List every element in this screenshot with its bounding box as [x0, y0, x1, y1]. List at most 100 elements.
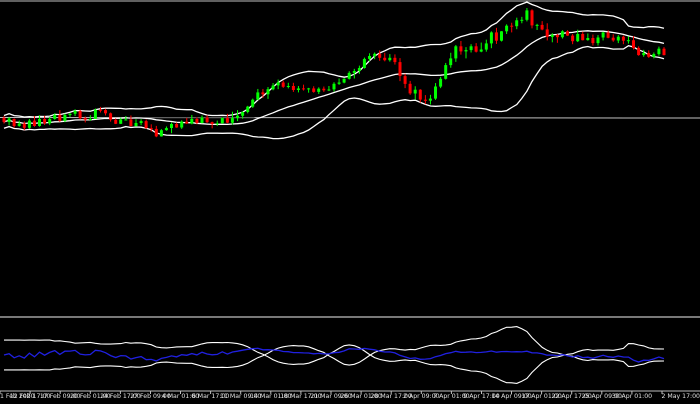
candle [302, 85, 305, 91]
candle-body [343, 79, 346, 83]
candle-body [175, 124, 178, 128]
candle-body [378, 54, 381, 58]
candle [69, 113, 72, 117]
candle [99, 107, 102, 113]
candle-body [657, 49, 660, 54]
candle [145, 119, 148, 128]
candle [602, 32, 605, 41]
candle [439, 77, 442, 88]
candle [500, 31, 503, 41]
candle [449, 53, 452, 68]
candle-body [627, 40, 630, 41]
candle [414, 86, 417, 99]
x-tick-label: 2 May 17:00 [662, 393, 700, 400]
candle [338, 78, 341, 84]
candle [556, 34, 559, 43]
candle [327, 86, 330, 91]
candle-body [241, 112, 244, 116]
candle-body [348, 73, 351, 79]
candle [292, 83, 295, 92]
candle-body [459, 46, 462, 51]
candle-body [383, 58, 386, 60]
candle [312, 86, 315, 92]
candle [485, 40, 488, 52]
candle-body [150, 128, 153, 129]
candle-body [53, 115, 56, 119]
candle-body [135, 123, 138, 126]
candle-body [48, 119, 51, 123]
candle-body [419, 90, 422, 100]
candle [190, 115, 193, 124]
candle [591, 35, 594, 46]
candle-body [3, 118, 6, 122]
candle-body [597, 38, 600, 44]
candle [561, 30, 564, 38]
candle-body [439, 79, 442, 87]
candle-body [63, 115, 66, 121]
candle-body [632, 40, 635, 48]
candle [399, 58, 402, 81]
candle [282, 81, 285, 88]
candle-body [399, 62, 402, 76]
candle-body [490, 32, 493, 43]
oscillator-blue-line [4, 348, 664, 362]
candle-body [236, 116, 239, 118]
candle [256, 89, 259, 100]
candle [18, 121, 21, 127]
candle-body [287, 86, 290, 87]
candle [272, 83, 275, 90]
candle-body [119, 120, 122, 124]
candle [287, 83, 290, 89]
candle [612, 34, 615, 42]
candle [444, 63, 447, 80]
candle-body [541, 25, 544, 30]
candle-body [109, 113, 112, 119]
candle-body [84, 118, 87, 120]
candle [216, 121, 219, 126]
bollinger-upper-line [4, 2, 664, 117]
candle [531, 9, 534, 28]
candle-body [256, 92, 259, 99]
candle-body [251, 100, 254, 107]
candle-body [165, 128, 168, 130]
candle-body [160, 130, 163, 136]
candle [373, 52, 376, 59]
candle [343, 78, 346, 83]
candle-body [231, 118, 234, 123]
candle [383, 53, 386, 62]
candle-body [277, 83, 280, 86]
candle-body [104, 110, 107, 113]
candle [657, 47, 660, 56]
candle-body [414, 90, 417, 94]
candle-body [206, 118, 209, 123]
candle [180, 120, 183, 129]
candle [490, 31, 493, 48]
candle-body [216, 123, 219, 124]
candle [454, 45, 457, 62]
candle-body [515, 20, 518, 26]
candle-body [338, 83, 341, 84]
candle-body [581, 34, 584, 40]
candle [597, 35, 600, 45]
candle-body [261, 92, 264, 94]
candle-body [368, 56, 371, 59]
candle [404, 74, 407, 88]
candle [388, 54, 391, 62]
oscillator-white-upper-line [4, 327, 664, 370]
candle-body [89, 119, 92, 120]
candle-body [170, 124, 173, 128]
candle-body [124, 120, 127, 121]
candle-body [211, 122, 214, 124]
candle [28, 119, 31, 129]
candle-body [226, 118, 229, 123]
candle-body [38, 119, 41, 126]
candle-body [140, 121, 143, 123]
candle-body [586, 38, 589, 40]
candle-body [297, 88, 300, 90]
candle [79, 110, 82, 120]
candle-body [28, 121, 31, 128]
candle [135, 119, 138, 126]
candle-body [180, 122, 183, 128]
candle-body [190, 119, 193, 124]
candle [94, 109, 97, 119]
